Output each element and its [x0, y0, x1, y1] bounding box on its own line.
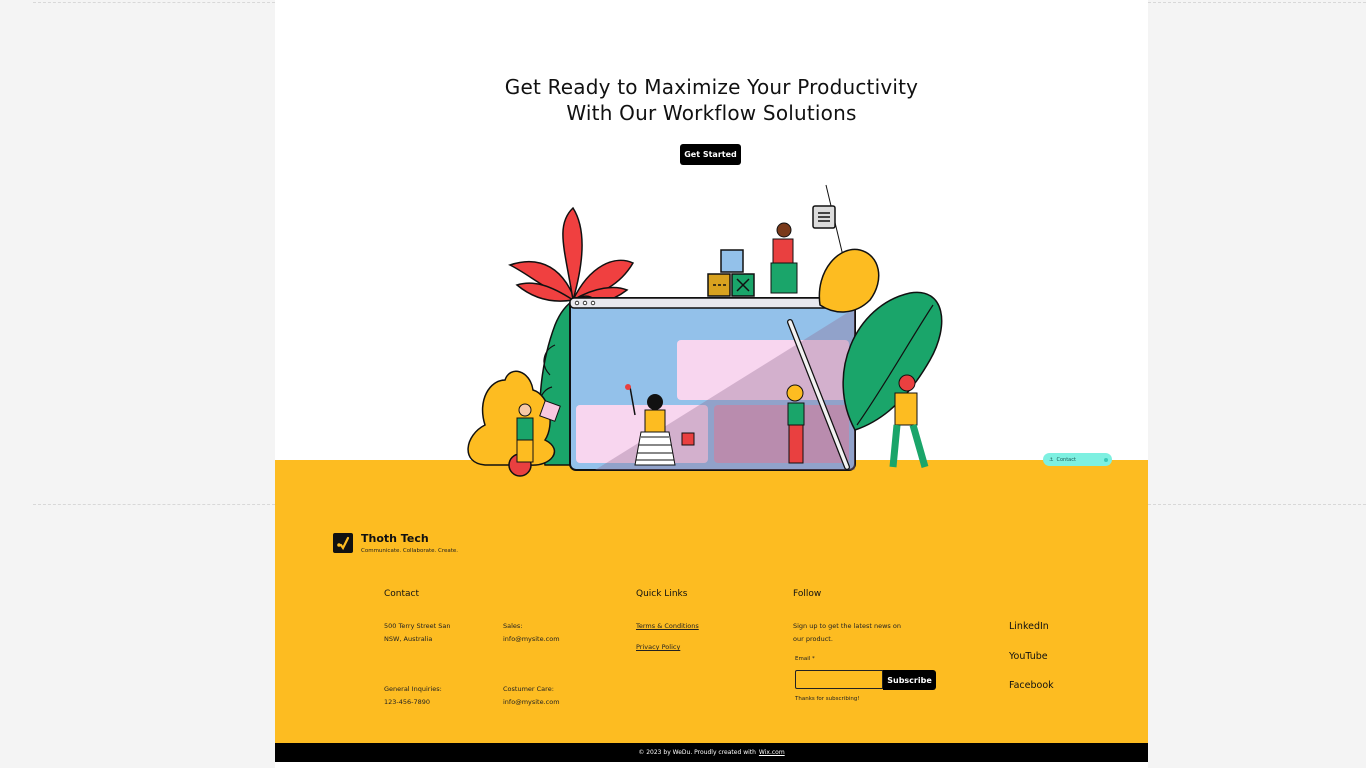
- subscribe-thanks: Thanks for subscribing!: [795, 696, 860, 702]
- page: Get Ready to Maximize Your Productivity …: [275, 0, 1148, 768]
- copyright-text: © 2023 by WeDu. Proudly created with: [638, 749, 756, 756]
- general-inquiries: General Inquiries: 123-456-7890: [384, 683, 442, 709]
- brand-name[interactable]: Thoth Tech: [361, 532, 429, 545]
- signup-text: Sign up to get the latest news on our pr…: [793, 620, 901, 646]
- brand-logo-icon[interactable]: [333, 533, 353, 553]
- general-phone[interactable]: 123-456-7890: [384, 696, 442, 709]
- address: 500 Terry Street San NSW, Australia: [384, 620, 451, 646]
- signup-line-1: Sign up to get the latest news on: [793, 622, 901, 630]
- blocks-icon: [707, 249, 755, 297]
- get-started-button[interactable]: Get Started: [680, 144, 741, 165]
- sales-label: Sales:: [503, 622, 523, 630]
- subscribe-button[interactable]: Subscribe: [883, 670, 936, 690]
- general-label: General Inquiries:: [384, 685, 442, 693]
- yellow-leaf-icon: [818, 248, 880, 313]
- brand-tagline: Communicate. Collaborate. Create.: [361, 548, 459, 554]
- guide-line-mid-left: [33, 504, 275, 505]
- hero-illustration: [467, 184, 943, 477]
- signup-line-2: our product.: [793, 635, 833, 643]
- address-line-1: 500 Terry Street San: [384, 622, 451, 630]
- contact-widget[interactable]: ⚓ Contact: [1043, 453, 1112, 466]
- red-flower-icon: [508, 206, 635, 304]
- sales-contact: Sales: info@mysite.com: [503, 620, 560, 646]
- green-leaf-icon: [842, 291, 943, 431]
- care-label: Costumer Care:: [503, 685, 554, 693]
- facebook-link[interactable]: Facebook: [1009, 680, 1054, 691]
- contact-widget-label: Contact: [1056, 456, 1076, 463]
- anchor-icon: ⚓: [1049, 456, 1054, 463]
- email-field[interactable]: [795, 670, 883, 689]
- person-on-top-icon: [770, 222, 798, 294]
- linkedin-link[interactable]: LinkedIn: [1009, 621, 1049, 632]
- guide-line-mid-right: [1148, 504, 1366, 505]
- address-line-2: NSW, Australia: [384, 635, 433, 643]
- customer-care: Costumer Care: info@mysite.com: [503, 683, 560, 709]
- guide-line-top-right: [1148, 2, 1366, 3]
- hero-title: Get Ready to Maximize Your Productivity …: [275, 74, 1148, 126]
- contact-widget-dot: [1104, 457, 1108, 462]
- youtube-link[interactable]: YouTube: [1009, 651, 1048, 662]
- wix-link[interactable]: Wix.com: [759, 749, 785, 756]
- terms-link[interactable]: Terms & Conditions: [636, 620, 699, 633]
- quick-links-heading: Quick Links: [636, 589, 688, 599]
- contact-heading: Contact: [384, 589, 420, 599]
- sales-email[interactable]: info@mysite.com: [503, 633, 560, 646]
- guide-line-top-left: [33, 2, 275, 3]
- footer-bar: © 2023 by WeDu. Proudly created with Wix…: [275, 743, 1148, 762]
- email-label: Email *: [795, 656, 815, 662]
- care-email[interactable]: info@mysite.com: [503, 696, 560, 709]
- hero-title-line-2: With Our Workflow Solutions: [566, 101, 857, 125]
- hero-title-line-1: Get Ready to Maximize Your Productivity: [504, 75, 919, 99]
- privacy-link[interactable]: Privacy Policy: [636, 641, 680, 654]
- follow-heading: Follow: [793, 589, 822, 599]
